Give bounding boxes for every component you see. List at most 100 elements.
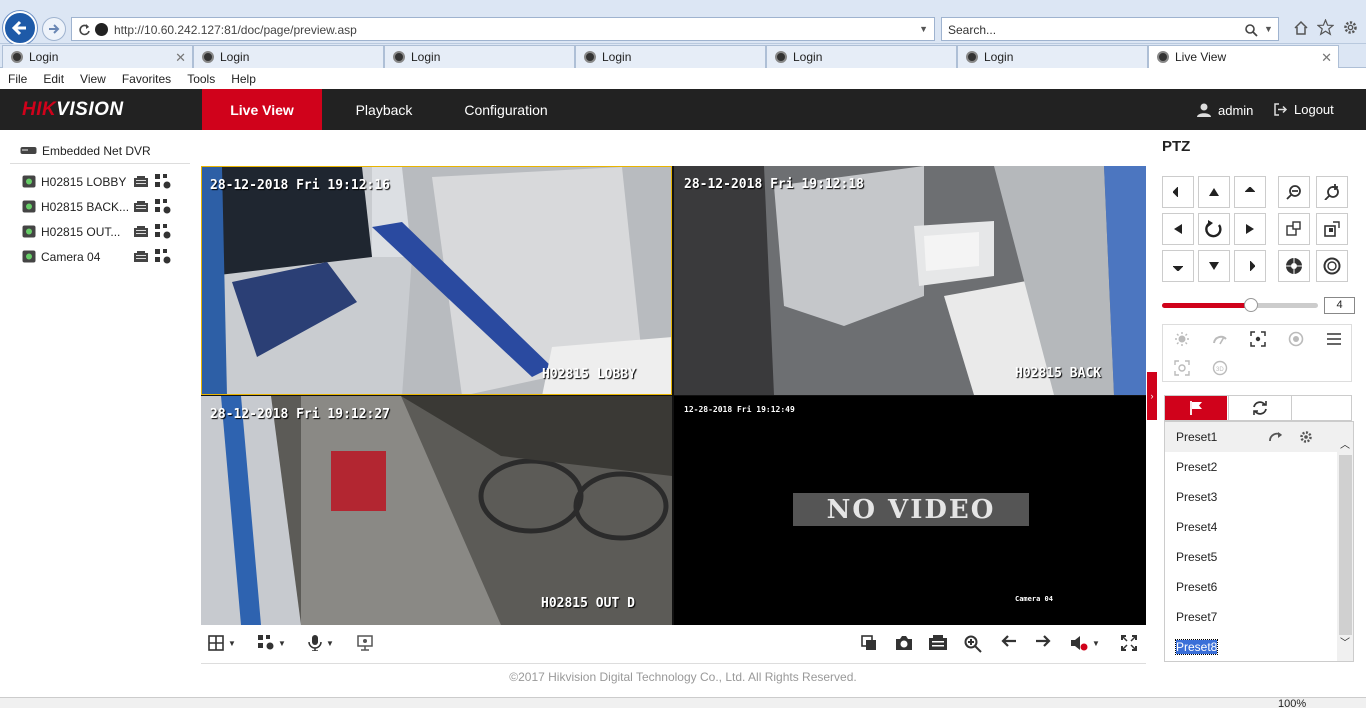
zoom-out-button[interactable]: [1278, 176, 1310, 208]
manual-tracking-button[interactable]: [1163, 354, 1201, 382]
menu-tools[interactable]: Tools: [179, 72, 223, 86]
iris-open-button[interactable]: [1278, 250, 1310, 282]
url-field[interactable]: http://10.60.242.127:81/doc/page/preview…: [71, 17, 935, 41]
menu-edit[interactable]: Edit: [35, 72, 72, 86]
pan-left-button[interactable]: [1162, 213, 1194, 245]
tab-pattern[interactable]: [1291, 396, 1352, 420]
record-icon[interactable]: [134, 176, 148, 187]
pan-down-right-button[interactable]: [1234, 250, 1266, 282]
auxiliary-focus-button[interactable]: [1239, 325, 1277, 353]
call-preset-icon[interactable]: [1269, 431, 1283, 443]
close-icon[interactable]: ✕: [1321, 50, 1332, 66]
audio-button[interactable]: ▼: [308, 635, 334, 651]
logout-button[interactable]: Logout: [1273, 102, 1334, 117]
stream-type-button[interactable]: ▼: [258, 635, 286, 651]
menu-view[interactable]: View: [72, 72, 114, 86]
capture-multi-button[interactable]: [861, 635, 877, 651]
preset-item[interactable]: Preset5: [1165, 542, 1337, 572]
zoom-in-button[interactable]: [1316, 176, 1348, 208]
ptz-control-icon[interactable]: [155, 224, 171, 239]
preset-item[interactable]: Preset7: [1165, 602, 1337, 632]
collapse-panel-button[interactable]: ›: [1147, 372, 1157, 420]
browser-tab[interactable]: Login ✕: [2, 45, 193, 68]
preset-item[interactable]: Preset1: [1165, 422, 1337, 452]
volume-button[interactable]: ▼: [1070, 635, 1100, 651]
wiper-button[interactable]: [1201, 325, 1239, 353]
pan-down-button[interactable]: [1198, 250, 1230, 282]
pan-up-right-button[interactable]: [1234, 176, 1266, 208]
nav-configuration[interactable]: Configuration: [448, 89, 564, 130]
url-dropdown-icon[interactable]: ▼: [919, 24, 928, 34]
scroll-down-icon[interactable]: ﹀: [1340, 634, 1350, 649]
browser-tab[interactable]: Login: [384, 45, 575, 68]
video-window-4[interactable]: 12-28-2018 Fri 19:12:49 NO VIDEO Camera …: [674, 396, 1146, 625]
preset-scrollbar[interactable]: ︿ ﹀: [1337, 422, 1353, 661]
browser-tab[interactable]: Login: [957, 45, 1148, 68]
ptz-control-icon[interactable]: [155, 249, 171, 264]
gear-icon[interactable]: [1342, 19, 1359, 36]
previous-page-button[interactable]: [1001, 635, 1017, 647]
menu-help[interactable]: Help: [223, 72, 264, 86]
snapshot-button[interactable]: [895, 635, 913, 651]
search-dropdown-icon[interactable]: ▼: [1264, 24, 1273, 34]
record-icon[interactable]: [134, 226, 148, 237]
speed-slider-handle[interactable]: [1244, 298, 1258, 312]
pan-up-button[interactable]: [1198, 176, 1230, 208]
camera-node[interactable]: H02815 BACK...: [10, 194, 190, 219]
preset-item[interactable]: Preset3: [1165, 482, 1337, 512]
video-window-2[interactable]: 28-12-2018 Fri 19:12:18 H02815 BACK: [674, 166, 1146, 395]
zoom-level[interactable]: 100%: [1278, 698, 1306, 710]
pan-up-left-button[interactable]: [1162, 176, 1194, 208]
scrollbar-thumb[interactable]: [1339, 455, 1352, 635]
menu-file[interactable]: File: [0, 72, 35, 86]
video-window-3[interactable]: 28-12-2018 Fri 19:12:27 H02815 OUT D: [201, 396, 672, 625]
browser-tab[interactable]: Login: [766, 45, 957, 68]
close-icon[interactable]: ✕: [175, 50, 186, 66]
set-preset-gear-icon[interactable]: [1299, 430, 1313, 444]
scroll-up-icon[interactable]: ︿: [1340, 436, 1350, 451]
ptz-speed-slider[interactable]: [1162, 298, 1318, 312]
3d-positioning-button[interactable]: 3D: [1201, 354, 1239, 382]
browser-tab-active[interactable]: Live View ✕: [1148, 45, 1339, 68]
camera-node[interactable]: H02815 LOBBY: [10, 169, 190, 194]
camera-node[interactable]: H02815 OUT...: [10, 219, 190, 244]
preset-item[interactable]: Preset2: [1165, 452, 1337, 482]
record-icon[interactable]: [134, 251, 148, 262]
browser-tab[interactable]: Login: [575, 45, 766, 68]
back-button[interactable]: [3, 11, 37, 45]
record-icon[interactable]: [134, 201, 148, 212]
tab-presets[interactable]: [1165, 396, 1227, 420]
focus-near-button[interactable]: [1278, 213, 1310, 245]
browser-tab[interactable]: Login: [193, 45, 384, 68]
digital-zoom-button[interactable]: [964, 635, 982, 653]
more-settings-button[interactable]: [1315, 325, 1353, 353]
preset-item-selected[interactable]: Preset8: [1165, 632, 1337, 661]
device-node[interactable]: Embedded Net DVR: [10, 138, 190, 164]
lens-initialization-button[interactable]: [1277, 325, 1315, 353]
next-page-button[interactable]: [1035, 635, 1051, 647]
start-all-live-button[interactable]: [357, 635, 373, 651]
focus-far-button[interactable]: [1316, 213, 1348, 245]
nav-playback[interactable]: Playback: [333, 89, 435, 130]
preset-item[interactable]: Preset4: [1165, 512, 1337, 542]
auto-pan-button[interactable]: [1198, 213, 1230, 245]
browser-search-field[interactable]: Search... ▼: [941, 17, 1279, 41]
nav-live-view[interactable]: Live View: [202, 89, 322, 130]
camera-node[interactable]: Camera 04: [10, 244, 190, 269]
pan-right-button[interactable]: [1234, 213, 1266, 245]
user-menu[interactable]: admin: [1196, 102, 1253, 118]
tab-patrols[interactable]: [1228, 396, 1290, 420]
menu-favorites[interactable]: Favorites: [114, 72, 179, 86]
home-icon[interactable]: [1293, 20, 1309, 36]
forward-button[interactable]: [42, 17, 66, 41]
window-layout-button[interactable]: ▼: [208, 635, 236, 651]
preset-item[interactable]: Preset6: [1165, 572, 1337, 602]
ptz-control-icon[interactable]: [155, 174, 171, 189]
video-window-1[interactable]: 28-12-2018 Fri 19:12:16 H02815 LOBBY: [201, 166, 672, 395]
fullscreen-button[interactable]: [1121, 635, 1137, 651]
refresh-icon[interactable]: [78, 23, 91, 36]
pan-down-left-button[interactable]: [1162, 250, 1194, 282]
light-button[interactable]: [1163, 325, 1201, 353]
search-icon[interactable]: [1244, 23, 1258, 37]
iris-close-button[interactable]: [1316, 250, 1348, 282]
